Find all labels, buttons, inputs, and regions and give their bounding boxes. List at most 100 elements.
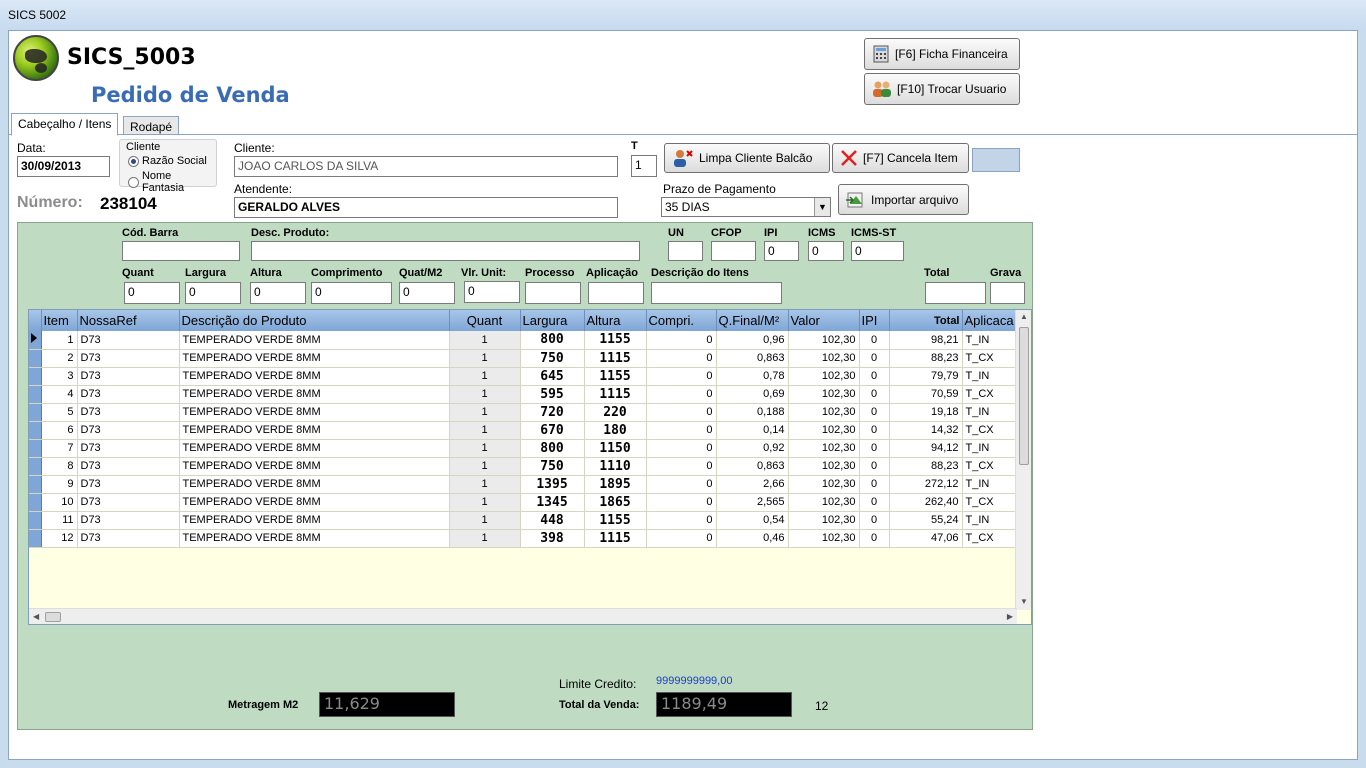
cell-descricao[interactable]: TEMPERADO VERDE 8MM [179, 529, 450, 548]
limpa-cliente-button[interactable]: Limpa Cliente Balcão [664, 143, 830, 173]
cell-quant[interactable]: 1 [449, 439, 521, 458]
cell-ipi[interactable]: 0 [859, 331, 890, 350]
cliente-field[interactable]: JOAO CARLOS DA SILVA [234, 156, 618, 177]
row-indicator[interactable] [29, 529, 42, 548]
row-indicator[interactable] [29, 403, 42, 422]
atendente-field[interactable]: GERALDO ALVES [234, 197, 618, 218]
un-field[interactable] [668, 241, 703, 261]
vertical-scroll-thumb[interactable] [1019, 327, 1029, 465]
cell-altura[interactable]: 1155 [584, 331, 647, 350]
prazo-select[interactable]: 35 DIAS ▼ [661, 197, 831, 217]
cell-descricao[interactable]: TEMPERADO VERDE 8MM [179, 511, 450, 530]
cell-quant[interactable]: 1 [449, 457, 521, 476]
cell-aplicacao[interactable]: T_CX [962, 493, 1018, 512]
cell-nossaref[interactable]: D73 [77, 493, 180, 512]
column-header-quant[interactable]: Quant [449, 310, 521, 331]
current-row-indicator-icon[interactable] [29, 331, 42, 350]
table-row[interactable]: 10 D73 TEMPERADO VERDE 8MM 1 1345 1865 0 2,565 1… [29, 493, 1018, 512]
vlr-unit-field[interactable]: 0 [464, 281, 520, 303]
cell-compri[interactable]: 0 [646, 439, 717, 458]
comprimento-field[interactable]: 0 [311, 282, 392, 304]
row-indicator[interactable] [29, 457, 42, 476]
cell-descricao[interactable]: TEMPERADO VERDE 8MM [179, 331, 450, 350]
cell-descricao[interactable]: TEMPERADO VERDE 8MM [179, 349, 450, 368]
cod-barra-field[interactable] [122, 241, 240, 261]
cell-compri[interactable]: 0 [646, 349, 717, 368]
cell-quant[interactable]: 1 [449, 511, 521, 530]
cell-quant[interactable]: 1 [449, 331, 521, 350]
items-grid[interactable]: Item NossaRef Descrição do Produto Quant Lar… [28, 309, 1032, 625]
cell-qfinal[interactable]: 0,92 [716, 439, 789, 458]
cell-descricao[interactable]: TEMPERADO VERDE 8MM [179, 367, 450, 386]
cell-ipi[interactable]: 0 [859, 403, 890, 422]
cell-quant[interactable]: 1 [449, 367, 521, 386]
quat-m2-field[interactable]: 0 [399, 282, 455, 304]
cell-nossaref[interactable]: D73 [77, 475, 180, 494]
cell-compri[interactable]: 0 [646, 493, 717, 512]
table-row[interactable]: 9 D73 TEMPERADO VERDE 8MM 1 1395 1895 0 2,66 102… [29, 475, 1018, 494]
cell-aplicacao[interactable]: T_CX [962, 421, 1018, 440]
cell-descricao[interactable]: TEMPERADO VERDE 8MM [179, 493, 450, 512]
cell-total[interactable]: 272,12 [889, 475, 963, 494]
cell-aplicacao[interactable]: T_CX [962, 349, 1018, 368]
cell-valor[interactable]: 102,30 [788, 367, 860, 386]
cell-largura[interactable]: 800 [520, 439, 585, 458]
cell-aplicacao[interactable]: T_IN [962, 475, 1018, 494]
cell-altura[interactable]: 1115 [584, 385, 647, 404]
cell-ipi[interactable]: 0 [859, 349, 890, 368]
vertical-scrollbar[interactable]: ▲ ▼ [1015, 310, 1031, 610]
row-indicator[interactable] [29, 511, 42, 530]
row-indicator[interactable] [29, 367, 42, 386]
cell-aplicacao[interactable]: T_IN [962, 439, 1018, 458]
cell-compri[interactable]: 0 [646, 529, 717, 548]
column-header-compri[interactable]: Compri. [646, 310, 717, 331]
cell-total[interactable]: 88,23 [889, 457, 963, 476]
cell-valor[interactable]: 102,30 [788, 475, 860, 494]
t-field[interactable]: 1 [631, 155, 657, 177]
table-row[interactable]: 1 D73 TEMPERADO VERDE 8MM 1 800 1155 0 0,96 102,… [29, 331, 1018, 350]
cell-largura[interactable]: 398 [520, 529, 585, 548]
cell-compri[interactable]: 0 [646, 511, 717, 530]
cell-quant[interactable]: 1 [449, 385, 521, 404]
cell-total[interactable]: 47,06 [889, 529, 963, 548]
cell-qfinal[interactable]: 2,66 [716, 475, 789, 494]
cell-quant[interactable]: 1 [449, 529, 521, 548]
cell-total[interactable]: 79,79 [889, 367, 963, 386]
ficha-financeira-button[interactable]: [F6] Ficha Financeira [864, 38, 1020, 70]
cell-altura[interactable]: 1150 [584, 439, 647, 458]
cell-total[interactable]: 70,59 [889, 385, 963, 404]
cfop-field[interactable] [711, 241, 756, 261]
column-header-descricao[interactable]: Descrição do Produto [179, 310, 450, 331]
table-row[interactable]: 3 D73 TEMPERADO VERDE 8MM 1 645 1155 0 0,78 102,… [29, 367, 1018, 386]
cell-aplicacao[interactable]: T_CX [962, 385, 1018, 404]
table-row[interactable]: 2 D73 TEMPERADO VERDE 8MM 1 750 1115 0 0,863 102… [29, 349, 1018, 368]
cell-descricao[interactable]: TEMPERADO VERDE 8MM [179, 457, 450, 476]
table-row[interactable]: 11 D73 TEMPERADO VERDE 8MM 1 448 1155 0 0,54 102… [29, 511, 1018, 530]
column-header-largura[interactable]: Largura [520, 310, 585, 331]
cell-quant[interactable]: 1 [449, 349, 521, 368]
table-row[interactable]: 7 D73 TEMPERADO VERDE 8MM 1 800 1150 0 0,92 102,… [29, 439, 1018, 458]
table-row[interactable]: 6 D73 TEMPERADO VERDE 8MM 1 670 180 0 0,14 102,3… [29, 421, 1018, 440]
desc-itens-field[interactable] [651, 282, 782, 304]
icms-field[interactable]: 0 [808, 241, 844, 261]
cell-nossaref[interactable]: D73 [77, 331, 180, 350]
cell-largura[interactable]: 595 [520, 385, 585, 404]
cell-largura[interactable]: 750 [520, 349, 585, 368]
quant-field[interactable]: 0 [124, 282, 180, 304]
column-header-nossaref[interactable]: NossaRef [77, 310, 180, 331]
cell-largura[interactable]: 448 [520, 511, 585, 530]
horizontal-scrollbar[interactable]: ◀ ▶ [29, 608, 1017, 624]
cell-quant[interactable]: 1 [449, 421, 521, 440]
cell-nossaref[interactable]: D73 [77, 457, 180, 476]
cell-total[interactable]: 19,18 [889, 403, 963, 422]
column-header-total[interactable]: Total [889, 310, 963, 331]
cell-nossaref[interactable]: D73 [77, 349, 180, 368]
cell-altura[interactable]: 1115 [584, 349, 647, 368]
cell-largura[interactable]: 1345 [520, 493, 585, 512]
cell-qfinal[interactable]: 0,69 [716, 385, 789, 404]
scroll-down-icon[interactable]: ▼ [1020, 597, 1028, 606]
cell-quant[interactable]: 1 [449, 403, 521, 422]
cell-compri[interactable]: 0 [646, 403, 717, 422]
aplicacao-field[interactable] [588, 282, 644, 304]
cell-item[interactable]: 5 [41, 403, 78, 422]
